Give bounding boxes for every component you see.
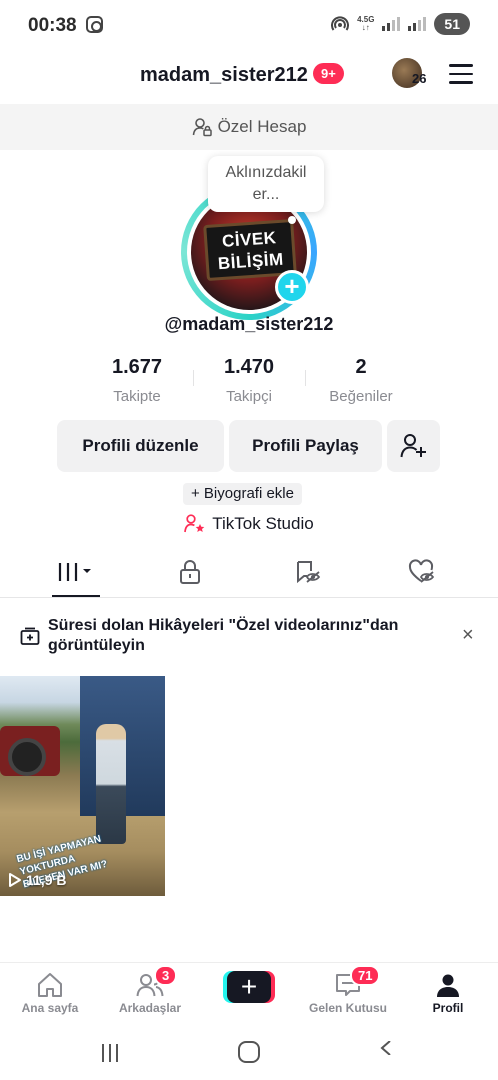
header-username[interactable]: madam_sister212 <box>140 64 308 87</box>
hamburger-menu-icon[interactable] <box>449 64 473 84</box>
stat-followers-label: Takipçi <box>226 388 272 405</box>
network-type-text: 4.5G <box>357 15 375 24</box>
story-plus-icon <box>20 627 40 645</box>
stat-followers[interactable]: 1.470 Takipçi <box>193 356 305 405</box>
private-tab[interactable] <box>128 548 252 596</box>
nav-inbox[interactable]: 71 Gelen Kutusu <box>300 963 396 1025</box>
add-friend-button[interactable] <box>387 420 440 472</box>
network-type-label: 4.5G ↓↑ <box>357 15 375 32</box>
nav-friends[interactable]: 3 Arkadaşlar <box>102 963 198 1025</box>
thought-bubble-line1: Aklınızdakil <box>225 164 307 181</box>
stat-likes-value: 2 <box>355 356 367 378</box>
expired-stories-banner[interactable]: Süresi dolan Hikâyeleri "Özel videoların… <box>0 604 498 668</box>
nav-home-label: Ana sayfa <box>21 1001 79 1015</box>
private-user-icon <box>192 118 212 137</box>
add-story-plus-icon[interactable]: + <box>275 270 309 304</box>
inbox-badge: 71 <box>350 965 381 986</box>
bottom-nav: Ana sayfa 3 Arkadaşlar + 71 Gelen Kutusu… <box>0 962 498 1024</box>
home-button-icon[interactable] <box>238 1041 260 1063</box>
status-time: 00:38 <box>28 15 77 36</box>
nav-friends-label: Arkadaşlar <box>118 1001 182 1015</box>
account-notification-badge[interactable]: 9+ <box>313 63 344 84</box>
create-button[interactable]: + <box>223 971 275 1003</box>
nav-profile[interactable]: Profil <box>400 963 496 1025</box>
video-views-label: 11,9 B <box>26 872 67 888</box>
profile-header: madam_sister212 9+ 26 <box>0 52 498 102</box>
active-tab-indicator <box>52 595 100 597</box>
studio-user-star-icon <box>184 514 205 533</box>
stat-likes-label: Beğeniler <box>329 388 393 405</box>
nav-inbox-label: Gelen Kutusu <box>308 1001 387 1015</box>
signal-icon <box>382 17 401 31</box>
recent-apps-icon[interactable] <box>100 1044 120 1062</box>
add-bio-button[interactable]: + Biyografi ekle <box>183 483 302 505</box>
video-scene-wheel <box>8 738 46 776</box>
heart-hidden-icon <box>408 559 435 583</box>
nav-home[interactable]: Ana sayfa <box>2 963 98 1025</box>
lock-icon <box>180 560 200 584</box>
avatar-text-line2: BİLİŞİM <box>217 249 285 274</box>
videos-tab[interactable] <box>14 548 138 596</box>
nav-profile-label: Profil <box>432 1001 464 1015</box>
tiktok-studio-link[interactable]: TikTok Studio <box>0 514 498 534</box>
stat-following[interactable]: 1.677 Takipte <box>81 356 193 405</box>
home-icon <box>38 973 62 997</box>
instagram-icon <box>86 16 103 33</box>
stat-followers-value: 1.470 <box>223 356 275 378</box>
private-account-bar[interactable]: Özel Hesap <box>0 104 498 150</box>
profile-icon <box>437 974 459 997</box>
grid-icon <box>58 563 91 581</box>
signal-icon-2 <box>408 17 427 31</box>
stat-likes[interactable]: 2 Beğeniler <box>305 356 417 405</box>
thought-bubble-line2: er... <box>252 186 280 203</box>
status-bar: 00:38 4.5G ↓↑ 51 <box>0 0 498 52</box>
status-indicators: 4.5G ↓↑ 51 <box>331 13 470 35</box>
repost-hidden-icon <box>297 561 321 584</box>
thought-bubble[interactable]: Aklınızdakil er... <box>208 156 324 224</box>
add-user-icon <box>400 434 426 458</box>
create-plus-icon: + <box>227 971 271 1003</box>
avatar-count: 26 <box>412 71 427 86</box>
system-navigation-bar <box>0 1024 498 1080</box>
video-view-count: 11,9 B <box>8 872 66 888</box>
liked-tab[interactable] <box>360 548 484 596</box>
profile-tabs <box>0 548 498 598</box>
profile-handle: @madam_sister212 <box>164 314 334 334</box>
share-profile-button[interactable]: Profili Paylaş <box>229 420 382 472</box>
close-icon[interactable]: × <box>462 624 474 647</box>
stat-following-value: 1.677 <box>111 356 163 378</box>
private-account-label: Özel Hesap <box>217 117 307 136</box>
play-icon <box>9 873 21 887</box>
battery-indicator: 51 <box>434 13 470 35</box>
stat-following-label: Takipte <box>113 388 161 405</box>
video-thumbnail[interactable]: BU İŞİ YAPMAYAN YOKTURDA BİLEYEN VAR MI?… <box>0 676 165 896</box>
friends-badge: 3 <box>154 965 178 986</box>
tiktok-studio-label: TikTok Studio <box>212 514 314 533</box>
reposts-tab[interactable] <box>246 548 370 596</box>
banner-message: Süresi dolan Hikâyeleri "Özel videoların… <box>48 617 399 654</box>
hotspot-icon <box>331 16 350 31</box>
edit-profile-button[interactable]: Profili düzenle <box>57 420 224 472</box>
back-icon[interactable] <box>380 1041 394 1055</box>
